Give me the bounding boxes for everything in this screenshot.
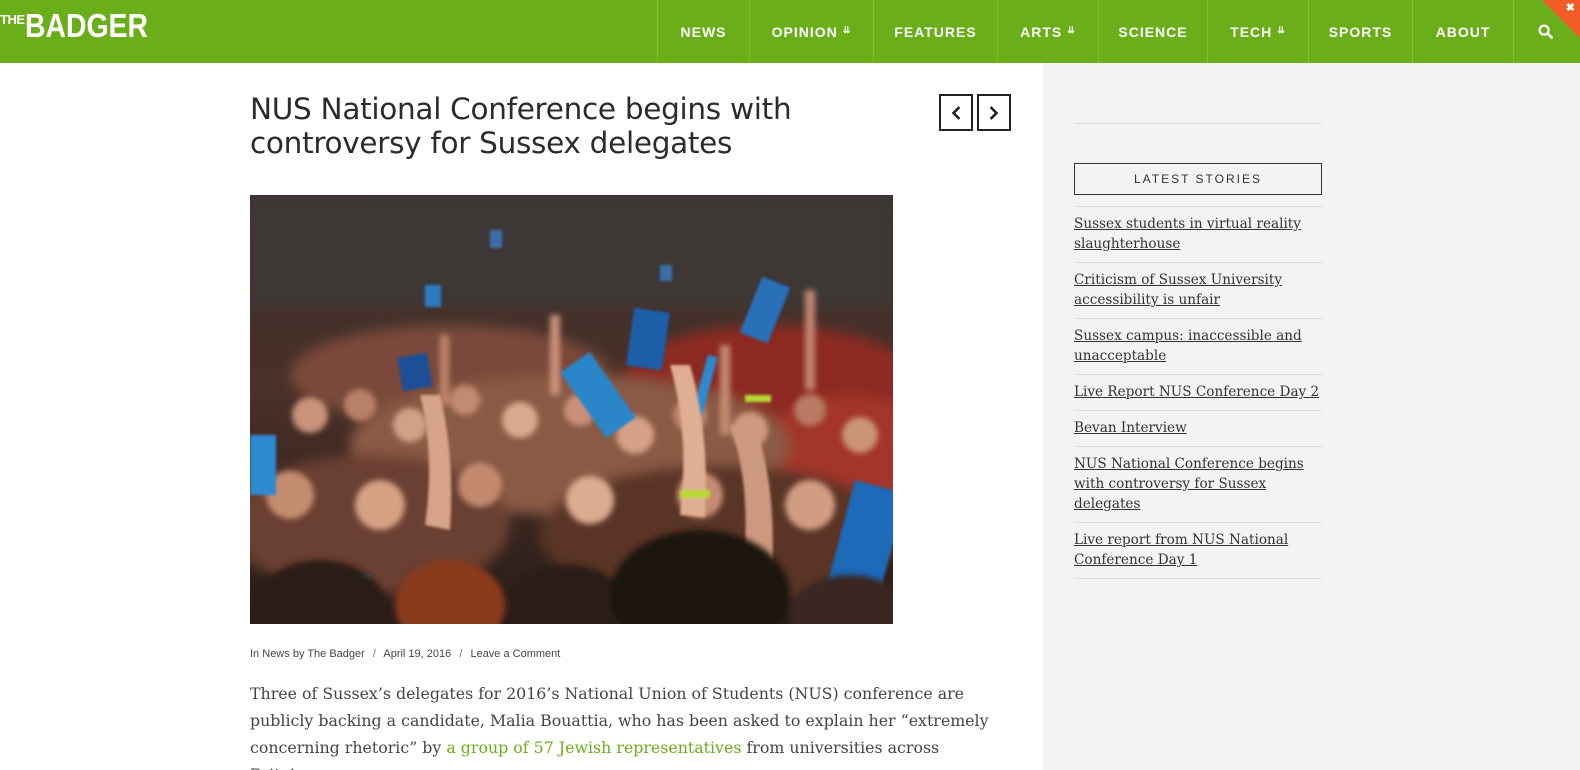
leave-comment-link[interactable]: Leave a Comment [470,648,560,660]
previous-post-button[interactable] [939,94,973,131]
story-link[interactable]: Sussex students in virtual reality slaug… [1074,214,1322,254]
meta-separator: / [372,648,376,660]
chevron-right-icon [989,105,999,120]
article-meta: In News by The Badger / April 19, 2016 /… [250,648,560,660]
nav-label: NEWS [680,23,727,40]
latest-stories-heading: LATEST STORIES [1074,163,1322,195]
meta-by-label: by [292,648,305,660]
category-link[interactable]: News [262,648,290,660]
sidebar-divider [1074,123,1322,124]
site-logo[interactable]: THE BADGER [0,8,168,54]
body-inline-link[interactable]: a group of 57 Jewish representatives [446,738,741,757]
close-icon[interactable]: ✖ [1566,1,1575,14]
nav-item-sports[interactable]: SPORTS [1308,0,1412,63]
nav-item-tech[interactable]: TECH ⇊ [1207,0,1308,63]
list-item: Sussex students in virtual reality slaug… [1074,207,1322,263]
list-item: NUS National Conference begins with cont… [1074,447,1322,523]
story-link[interactable]: Sussex campus: inaccessible and unaccept… [1074,326,1322,366]
logo-badger: BADGER [24,7,148,44]
nav-item-features[interactable]: FEATURES [873,0,997,63]
nav-item-news[interactable]: NEWS [657,0,749,63]
nav-label: SPORTS [1328,23,1393,40]
site-header: THE BADGER NEWS OPINION ⇊ FEATURES ARTS … [0,0,1580,63]
story-link[interactable]: NUS National Conference begins with cont… [1074,454,1322,514]
latest-stories-list: Sussex students in virtual reality slaug… [1074,206,1322,579]
publish-date: April 19, 2016 [383,648,452,660]
nav-label: SCIENCE [1118,23,1188,40]
logo-the: THE [0,12,25,27]
article-featured-image [250,195,893,624]
next-post-button[interactable] [977,94,1011,131]
story-link[interactable]: Live Report NUS Conference Day 2 [1074,382,1322,402]
nav-label: OPINION [771,23,838,40]
nav-item-about[interactable]: ABOUT [1412,0,1513,63]
meta-separator: / [459,648,463,660]
double-chevron-down-icon: ⇊ [842,25,852,35]
author-link[interactable]: The Badger [307,648,364,660]
double-chevron-down-icon: ⇊ [1277,25,1286,35]
conference-crowd-photo [250,195,893,624]
chevron-left-icon [951,105,961,120]
list-item: Bevan Interview [1074,411,1322,447]
nav-item-opinion[interactable]: OPINION ⇊ [749,0,873,63]
story-link[interactable]: Bevan Interview [1074,418,1322,438]
nav-label: ABOUT [1435,23,1491,40]
nav-label: TECH [1230,23,1273,40]
nav-label: ARTS [1020,23,1063,40]
story-link[interactable]: Live report from NUS National Conference… [1074,530,1322,570]
story-link[interactable]: Criticism of Sussex University accessibi… [1074,270,1322,310]
list-item: Live Report NUS Conference Day 2 [1074,375,1322,411]
list-item: Live report from NUS National Conference… [1074,523,1322,579]
double-chevron-down-icon: ⇊ [1067,25,1076,35]
main-nav: NEWS OPINION ⇊ FEATURES ARTS ⇊ SCIENCE T… [657,0,1577,63]
list-item: Sussex campus: inaccessible and unaccept… [1074,319,1322,375]
article-body-paragraph: Three of Sussex’s delegates for 2016’s N… [250,680,990,770]
article-title: NUS National Conference begins with cont… [250,92,792,160]
nav-item-arts[interactable]: ARTS ⇊ [997,0,1098,63]
list-item: Criticism of Sussex University accessibi… [1074,263,1322,319]
meta-in-label: In [250,648,260,660]
nav-item-science[interactable]: SCIENCE [1098,0,1207,63]
nav-label: FEATURES [894,23,977,40]
